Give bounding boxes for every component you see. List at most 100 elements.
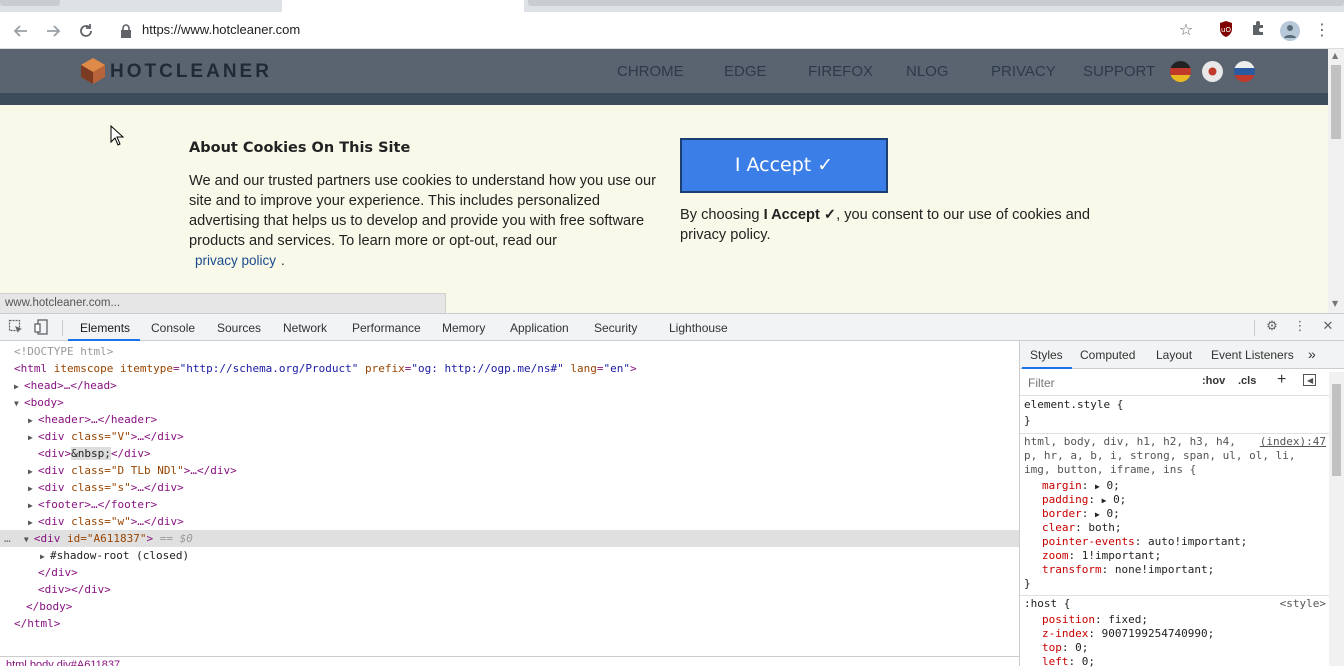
tab-computed[interactable]: Computed bbox=[1080, 348, 1135, 362]
dom-div-nbsp[interactable]: <div>&nbsp;</div> bbox=[38, 445, 151, 462]
css-property[interactable]: top: 0; bbox=[1042, 641, 1088, 655]
scroll-up-icon[interactable]: ▲ bbox=[1332, 51, 1338, 60]
scroll-down-icon[interactable]: ▼ bbox=[1332, 299, 1338, 308]
expand-triangle-icon[interactable]: ▶ bbox=[28, 412, 38, 429]
expand-triangle-icon[interactable]: ▶ bbox=[28, 514, 38, 531]
expand-triangle-icon[interactable]: ▶ bbox=[28, 497, 38, 514]
styles-scrollbar[interactable] bbox=[1329, 372, 1344, 666]
rule-source-link[interactable]: (index):47 bbox=[1260, 435, 1326, 448]
dom-head[interactable]: ▶ <head>…</head> bbox=[14, 377, 117, 394]
tab-security[interactable]: Security bbox=[594, 321, 637, 335]
css-property[interactable]: position: fixed; bbox=[1042, 613, 1148, 627]
tab-styles[interactable]: Styles bbox=[1030, 348, 1063, 362]
tab-next[interactable] bbox=[528, 0, 1344, 6]
lock-icon[interactable] bbox=[120, 23, 132, 38]
tab-active[interactable] bbox=[282, 0, 524, 12]
css-property[interactable]: zoom: 1!important; bbox=[1042, 549, 1161, 563]
css-property[interactable]: margin: ▶ 0; bbox=[1042, 479, 1120, 494]
russian-flag-icon[interactable] bbox=[1234, 61, 1255, 82]
expand-triangle-icon[interactable]: ▶ bbox=[28, 463, 38, 480]
logo-text[interactable]: HOTCLEANER bbox=[110, 61, 272, 83]
address-bar[interactable]: https://www.hotcleaner.com bbox=[142, 22, 300, 37]
breadcrumb[interactable]: html body div#A611837 bbox=[0, 656, 1019, 666]
styles-filter-input[interactable] bbox=[1026, 374, 1186, 391]
css-property[interactable]: clear: both; bbox=[1042, 521, 1122, 535]
browser-menu-icon[interactable]: ⋮ bbox=[1312, 20, 1332, 40]
inspect-element-icon[interactable] bbox=[8, 319, 24, 335]
japanese-flag-icon[interactable] bbox=[1202, 61, 1223, 82]
expand-triangle-icon[interactable]: ▶ bbox=[40, 548, 50, 565]
close-devtools-icon[interactable]: ✕ bbox=[1320, 319, 1336, 335]
dom-div-d[interactable]: ▶ <div class="D TLb NDl">…</div> bbox=[28, 462, 237, 479]
menu-support[interactable]: SUPPORT bbox=[1083, 63, 1155, 80]
device-toolbar-icon[interactable] bbox=[34, 319, 50, 335]
menu-chrome[interactable]: CHROME bbox=[617, 63, 684, 80]
devtools-menu-icon[interactable]: ⋮ bbox=[1292, 319, 1308, 335]
tab-performance[interactable]: Performance bbox=[352, 321, 421, 335]
tab-console[interactable]: Console bbox=[151, 321, 195, 335]
host-rule-selector[interactable]: :host { bbox=[1024, 597, 1070, 611]
dom-div-v[interactable]: ▶ <div class="V">…</div> bbox=[28, 428, 184, 445]
bookmark-star-icon[interactable]: ☆ bbox=[1176, 20, 1196, 40]
dom-div-s[interactable]: ▶ <div class="s">…</div> bbox=[28, 479, 184, 496]
cls-toggle[interactable]: .cls bbox=[1238, 375, 1256, 387]
extensions-puzzle-icon[interactable] bbox=[1248, 20, 1268, 40]
host-rule-source[interactable]: <style> bbox=[1280, 597, 1326, 610]
toggle-sidebar-icon[interactable]: ◀ bbox=[1303, 374, 1316, 386]
expand-triangle-icon[interactable]: ▶ bbox=[14, 378, 24, 395]
dom-empty-div[interactable]: <div></div> bbox=[38, 581, 111, 598]
page-scrollbar[interactable]: ▲ ▼ bbox=[1328, 49, 1344, 313]
dom-header[interactable]: ▶ <header>…</header> bbox=[28, 411, 157, 428]
dom-div-selected[interactable]: … ▼ <div id="A611837"> == $0 bbox=[4, 530, 193, 547]
dom-html-close[interactable]: </html> bbox=[14, 615, 60, 632]
tab-layout[interactable]: Layout bbox=[1156, 348, 1192, 362]
more-tabs-icon[interactable]: » bbox=[1308, 346, 1316, 362]
css-property[interactable]: transform: none!important; bbox=[1042, 563, 1214, 577]
reload-icon[interactable] bbox=[75, 20, 97, 42]
dom-doctype[interactable]: <!DOCTYPE html> bbox=[14, 343, 113, 360]
dom-shadow-root[interactable]: ▶ #shadow-root (closed) bbox=[40, 547, 189, 564]
tab-event-listeners[interactable]: Event Listeners bbox=[1211, 348, 1294, 362]
settings-gear-icon[interactable]: ⚙ bbox=[1264, 319, 1280, 335]
add-rule-icon[interactable]: + bbox=[1277, 371, 1286, 389]
hov-toggle[interactable]: :hov bbox=[1202, 375, 1225, 387]
dom-div-w[interactable]: ▶ <div class="w">…</div> bbox=[28, 513, 184, 530]
tab-elements[interactable]: Elements bbox=[80, 321, 130, 335]
accept-cookies-button[interactable]: I Accept ✓ bbox=[680, 138, 888, 193]
tab-lighthouse[interactable]: Lighthouse bbox=[669, 321, 728, 335]
tab-memory[interactable]: Memory bbox=[442, 321, 485, 335]
element-style-rule[interactable]: element.style { bbox=[1024, 398, 1123, 412]
menu-nlog[interactable]: NLOG bbox=[906, 63, 949, 80]
page-scroll-thumb[interactable] bbox=[1331, 65, 1341, 139]
rule-selector[interactable]: p, hr, a, b, i, strong, span, ul, ol, li… bbox=[1024, 449, 1296, 463]
css-property[interactable]: pointer-events: auto!important; bbox=[1042, 535, 1247, 549]
rule-selector[interactable]: html, body, div, h1, h2, h3, h4, bbox=[1024, 435, 1236, 449]
tab-application[interactable]: Application bbox=[510, 321, 569, 335]
css-property[interactable]: padding: ▶ 0; bbox=[1042, 493, 1126, 508]
collapse-triangle-icon[interactable]: ▼ bbox=[14, 395, 24, 412]
css-property[interactable]: z-index: 9007199254740990; bbox=[1042, 627, 1214, 641]
expand-triangle-icon[interactable]: ▶ bbox=[28, 429, 38, 446]
tab-previous[interactable] bbox=[0, 0, 60, 6]
german-flag-icon[interactable] bbox=[1170, 61, 1191, 82]
expand-triangle-icon[interactable]: ▶ bbox=[28, 480, 38, 497]
dom-footer[interactable]: ▶ <footer>…</footer> bbox=[28, 496, 157, 513]
avatar[interactable] bbox=[1279, 20, 1300, 41]
menu-edge[interactable]: EDGE bbox=[724, 63, 767, 80]
dom-body-open[interactable]: ▼ <body> bbox=[14, 394, 64, 411]
menu-privacy[interactable]: PRIVACY bbox=[991, 63, 1056, 80]
ublock-icon[interactable]: uO bbox=[1216, 20, 1236, 40]
privacy-policy-link[interactable]: privacy policy bbox=[195, 253, 276, 268]
tab-network[interactable]: Network bbox=[283, 321, 327, 335]
hotcleaner-logo-icon[interactable] bbox=[80, 57, 106, 85]
collapse-triangle-icon[interactable]: ▼ bbox=[24, 531, 34, 548]
dom-body-close[interactable]: </body> bbox=[26, 598, 72, 615]
styles-scroll-thumb[interactable] bbox=[1332, 384, 1341, 476]
css-property[interactable]: border: ▶ 0; bbox=[1042, 507, 1120, 522]
back-icon[interactable] bbox=[10, 20, 32, 42]
dom-div-close[interactable]: </div> bbox=[38, 564, 78, 581]
css-property[interactable]: left: 0; bbox=[1042, 655, 1095, 669]
forward-icon[interactable] bbox=[42, 20, 64, 42]
tab-sources[interactable]: Sources bbox=[217, 321, 261, 335]
dom-html-open[interactable]: <html itemscope itemtype="http://schema.… bbox=[14, 360, 637, 377]
